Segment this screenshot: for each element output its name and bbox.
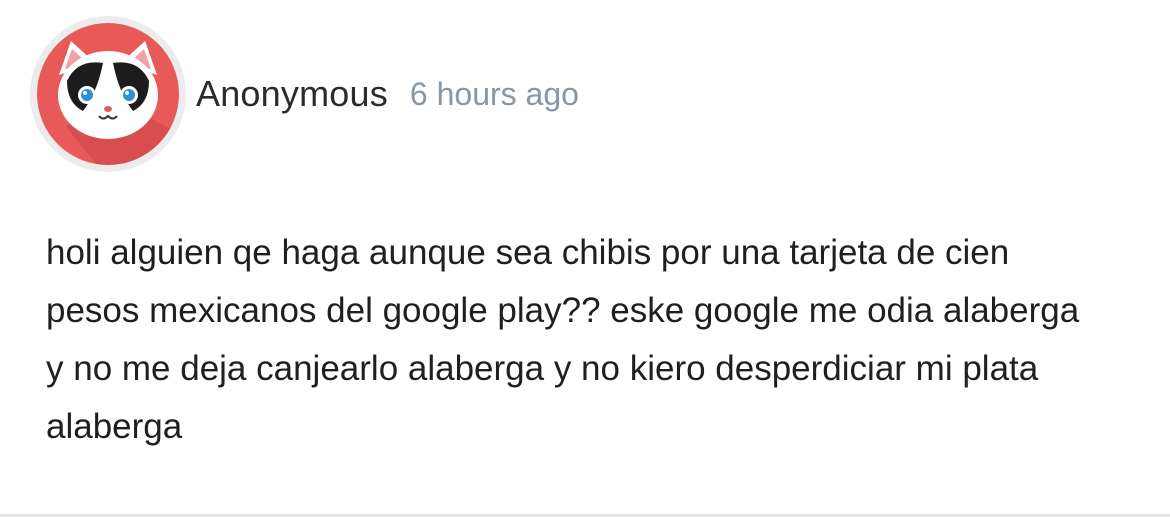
avatar[interactable] — [30, 16, 186, 172]
cat-face-icon — [58, 41, 179, 165]
author-name[interactable]: Anonymous — [196, 73, 388, 115]
post-body-text: holi alguien qe haga aunque sea chibis p… — [46, 224, 1136, 456]
post-body-line: y no me deja canjearlo alaberga y no kie… — [46, 349, 1039, 388]
post-header: Anonymous 6 hours ago — [30, 16, 579, 172]
avatar-circle — [37, 23, 179, 165]
post-body-line: holi alguien qe haga aunque sea chibis p… — [46, 233, 1010, 272]
post-body-line: pesos mexicanos del google play?? eske g… — [46, 291, 1080, 330]
post-timestamp: 6 hours ago — [409, 75, 579, 112]
post-body-line: alaberga — [46, 407, 183, 446]
post-card: Anonymous 6 hours ago holi alguien qe ha… — [0, 0, 1170, 517]
